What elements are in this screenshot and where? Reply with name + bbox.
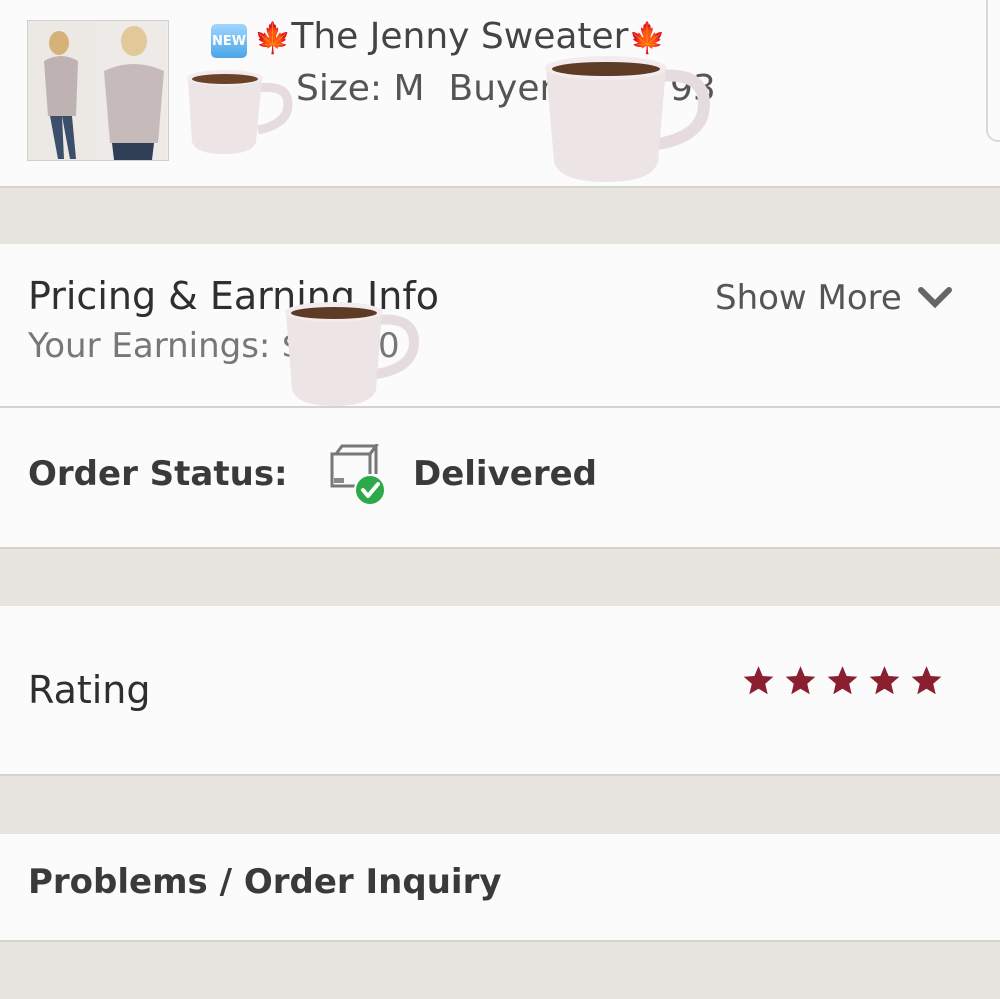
show-more-button[interactable]: Show More [715, 278, 952, 318]
earnings-line: Your Earnings: $ [28, 326, 303, 366]
product-thumbnail[interactable] [27, 20, 169, 161]
section-gap [0, 188, 1000, 244]
chevron-down-icon [917, 287, 952, 309]
coffee-cup-icon [187, 70, 293, 154]
card-edge [986, 0, 1000, 142]
maple-leaf-icon: 🍁 [628, 21, 666, 56]
rating-card: Rating [0, 606, 1000, 776]
size-text: Size: M [296, 68, 425, 109]
listing-title[interactable]: 🍁The Jenny Sweater🍁 [254, 16, 666, 57]
rating-stars [742, 664, 943, 697]
show-more-label: Show More [715, 278, 902, 318]
section-gap [0, 549, 1000, 606]
delivered-package-icon [330, 444, 386, 506]
product-photo-2 [98, 21, 167, 160]
order-status-card: Order Status: Delivered [0, 408, 1000, 549]
maple-leaf-icon: 🍁 [254, 21, 292, 56]
star-icon [911, 666, 942, 695]
order-status-label: Order Status: [28, 454, 288, 494]
listing-card[interactable]: NEW 🍁The Jenny Sweater🍁 Size: M Buyer: 93 [0, 0, 1000, 188]
order-inquiry-button[interactable]: Problems / Order Inquiry [0, 834, 1000, 942]
section-gap [0, 776, 1000, 834]
coffee-cup-icon [545, 56, 710, 182]
order-status-value: Delivered [413, 454, 597, 494]
star-icon [785, 666, 816, 695]
star-icon [869, 666, 900, 695]
product-photo-1 [28, 21, 97, 160]
pricing-card[interactable]: Pricing & Earning Info Your Earnings: $ … [0, 244, 1000, 408]
rating-label: Rating [28, 668, 151, 712]
star-icon [827, 666, 858, 695]
coffee-cup-icon [285, 302, 420, 406]
new-badge-icon: NEW [211, 24, 247, 58]
listing-title-text: The Jenny Sweater [291, 16, 629, 57]
order-inquiry-label: Problems / Order Inquiry [28, 862, 502, 902]
earnings-text: Your Earnings: $ [28, 326, 303, 366]
star-icon [743, 666, 774, 695]
section-gap [0, 942, 1000, 999]
